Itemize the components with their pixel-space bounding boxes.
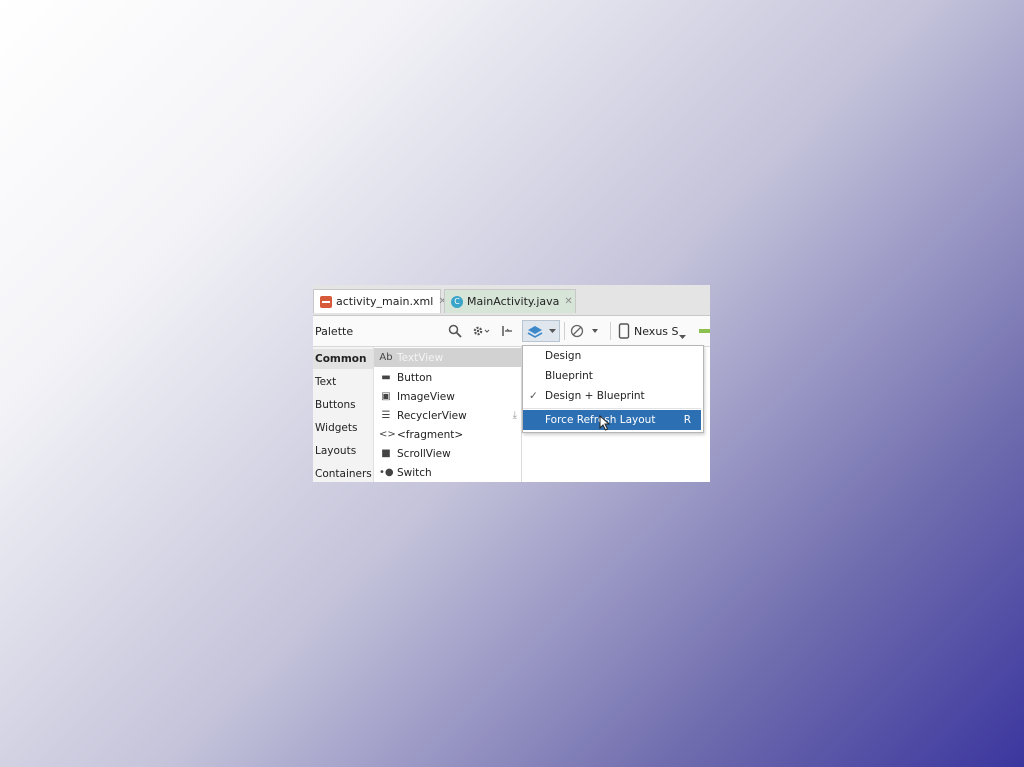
switch-icon: •● bbox=[379, 467, 394, 478]
button-icon: ▬ bbox=[381, 372, 391, 383]
api-level-indicator bbox=[699, 329, 710, 333]
menu-item-label: Design bbox=[545, 350, 582, 362]
toolbar-divider bbox=[610, 322, 611, 340]
image-icon: ▣ bbox=[381, 391, 391, 402]
menu-item-design[interactable]: Design bbox=[523, 346, 701, 366]
widget-label: ImageView bbox=[397, 390, 455, 403]
category-text[interactable]: Text bbox=[313, 372, 373, 392]
android-studio-screenshot: activity_main.xml ✕ C MainActivity.java … bbox=[313, 285, 710, 482]
checkmark-icon: ✓ bbox=[529, 390, 538, 402]
mouse-pointer-icon bbox=[599, 415, 611, 431]
textview-icon: Ab bbox=[379, 352, 393, 363]
category-containers[interactable]: Containers bbox=[313, 464, 373, 482]
widget-label: Switch bbox=[397, 466, 432, 479]
close-icon[interactable]: ✕ bbox=[564, 296, 572, 307]
widget-button[interactable]: ▬ Button bbox=[374, 368, 521, 387]
toolbar-divider bbox=[564, 322, 565, 340]
category-widgets[interactable]: Widgets bbox=[313, 418, 373, 438]
menu-item-label: Design + Blueprint bbox=[545, 390, 645, 402]
tab-label: MainActivity.java bbox=[467, 295, 560, 308]
menu-item-label: Blueprint bbox=[545, 370, 593, 382]
layers-icon bbox=[527, 326, 543, 338]
java-class-icon: C bbox=[451, 295, 463, 308]
scrollview-icon: ■ bbox=[381, 448, 391, 459]
widget-label: RecyclerView bbox=[397, 409, 467, 422]
palette-toolbar: Palette Nexus S bbox=[313, 316, 710, 347]
widget-imageview[interactable]: ▣ ImageView bbox=[374, 387, 521, 406]
search-icon[interactable] bbox=[448, 323, 462, 339]
menu-item-blueprint[interactable]: Blueprint bbox=[523, 366, 701, 386]
download-icon[interactable]: ⤓ bbox=[513, 410, 517, 421]
list-icon: ☰ bbox=[381, 410, 391, 421]
orientation-icon[interactable] bbox=[570, 323, 598, 339]
tab-mainactivity-java[interactable]: C MainActivity.java ✕ bbox=[444, 289, 576, 313]
chevron-down-icon[interactable] bbox=[679, 329, 686, 345]
widget-label: Button bbox=[397, 371, 433, 384]
design-surface-button[interactable] bbox=[522, 320, 560, 342]
widget-fragment[interactable]: <> <fragment> bbox=[374, 425, 521, 444]
widget-label: ScrollView bbox=[397, 447, 451, 460]
widget-scrollview[interactable]: ■ ScrollView bbox=[374, 444, 521, 463]
widget-recyclerview[interactable]: ☰ RecyclerView ⤓ bbox=[374, 406, 521, 425]
editor-tab-bar: activity_main.xml ✕ C MainActivity.java … bbox=[313, 285, 710, 316]
category-buttons[interactable]: Buttons bbox=[313, 395, 373, 415]
code-icon: <> bbox=[379, 429, 396, 440]
category-common[interactable]: Common bbox=[313, 349, 373, 369]
menu-divider bbox=[523, 408, 701, 409]
gear-icon[interactable] bbox=[472, 323, 490, 339]
palette-widget-list: Ab TextView ▬ Button ▣ ImageView ☰ Recyc… bbox=[374, 347, 522, 482]
widget-switch[interactable]: •● Switch bbox=[374, 463, 521, 482]
phone-icon bbox=[618, 323, 630, 339]
widget-label: TextView bbox=[397, 351, 444, 364]
tab-activity-main-xml[interactable]: activity_main.xml ✕ bbox=[313, 289, 447, 313]
menu-item-force-refresh-layout[interactable]: Force Refresh Layout R bbox=[523, 410, 701, 430]
xml-file-icon bbox=[320, 295, 332, 308]
tab-label: activity_main.xml bbox=[336, 295, 434, 308]
chevron-down-icon bbox=[549, 329, 556, 333]
menu-item-design-blueprint[interactable]: ✓ Design + Blueprint bbox=[523, 386, 701, 406]
device-selector[interactable]: Nexus S bbox=[634, 325, 679, 338]
palette-categories: Common Text Buttons Widgets Layouts Cont… bbox=[313, 347, 374, 482]
collapse-icon[interactable] bbox=[500, 323, 514, 339]
design-surface-menu: Design Blueprint ✓ Design + Blueprint Fo… bbox=[522, 345, 704, 433]
palette-title: Palette bbox=[315, 325, 354, 338]
category-layouts[interactable]: Layouts bbox=[313, 441, 373, 461]
widget-textview[interactable]: Ab TextView bbox=[374, 348, 521, 367]
menu-shortcut: R bbox=[683, 414, 691, 426]
widget-label: <fragment> bbox=[397, 428, 464, 441]
